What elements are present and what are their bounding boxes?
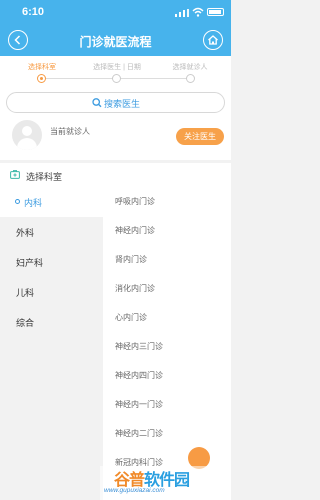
battery-icon [207,8,224,16]
clinic-item[interactable]: 神经内门诊 [103,216,231,245]
clinic-label: 消化内门诊 [115,284,155,293]
status-time: 6:10 [22,6,45,18]
department-icon [10,170,20,179]
department-item-general[interactable]: 综合 [0,307,103,337]
clinic-label: 呼吸内门诊 [115,197,155,206]
department-label: 外科 [16,228,35,238]
step-dot [112,74,121,83]
department-list: 内科 外科 妇产科 儿科 综合 [0,187,103,500]
department-item-internal[interactable]: 内科 [0,187,103,217]
search-area: 搜索医生 [0,92,231,116]
signal-icon [175,9,189,17]
clinic-item[interactable]: 肾内门诊 [103,245,231,274]
page-title: 门诊就医流程 [79,35,152,49]
clinic-label: 神经内门诊 [115,226,155,235]
department-label: 儿科 [16,288,35,298]
clinic-label: 神经内一门诊 [115,400,163,409]
home-icon [208,35,218,45]
department-label: 妇产科 [16,258,44,268]
department-label: 综合 [16,318,35,328]
current-patient-label: 当前就诊人 [50,127,90,136]
step-progress: 选择科室 选择医生 | 日期 选择就诊人 [0,56,231,92]
search-icon [92,98,102,108]
home-button[interactable] [203,30,223,50]
search-doctor-button[interactable]: 搜索医生 [6,92,225,113]
clinic-item[interactable]: 神经内一门诊 [103,390,231,419]
step-dot-active [37,74,46,83]
wifi-icon [192,7,204,17]
patient-card: 当前就诊人 关注医生 [0,116,231,160]
section-title: 选择科室 [26,172,63,182]
step-label-doctor-date: 选择医生 | 日期 [93,64,141,71]
step-label-patient: 选择就诊人 [172,64,208,71]
clinic-label: 神经内三门诊 [115,342,163,351]
clinic-item[interactable]: 神经内三门诊 [103,332,231,361]
step-dot [186,74,195,83]
follow-doctor-button[interactable]: 关注医生 [176,128,224,145]
watermark-url: www.gupuxiazai.com [104,487,165,494]
clinic-list: 呼吸内门诊 神经内门诊 肾内门诊 消化内门诊 心内门诊 神经内三门诊 神经内四门… [103,187,231,500]
user-icon[interactable] [12,120,42,150]
nav-bar: 门诊就医流程 [0,26,231,56]
status-bar: 6:10 [0,0,231,26]
clinic-item[interactable]: 呼吸内门诊 [103,187,231,216]
selected-dot-icon [15,199,20,204]
watermark: 谷普软件园 www.gupuxiazai.com [100,466,231,500]
clinic-item[interactable]: 神经内四门诊 [103,361,231,390]
search-label: 搜索医生 [104,99,141,109]
clinic-label: 肾内门诊 [115,255,147,264]
step-label-department: 选择科室 [28,64,56,71]
clinic-label: 心内门诊 [115,313,147,322]
step-connector [42,78,116,79]
clinic-label: 神经内二门诊 [115,429,163,438]
department-item-obstetrics[interactable]: 妇产科 [0,247,103,277]
department-item-surgery[interactable]: 外科 [0,217,103,247]
clinic-item[interactable]: 心内门诊 [103,303,231,332]
step-connector [120,78,190,79]
clinic-item[interactable]: 神经内二门诊 [103,419,231,448]
department-label: 内科 [24,198,43,208]
department-item-pediatrics[interactable]: 儿科 [0,277,103,307]
clinic-label: 神经内四门诊 [115,371,163,380]
section-header: 选择科室 [0,163,231,187]
clinic-item[interactable]: 消化内门诊 [103,274,231,303]
